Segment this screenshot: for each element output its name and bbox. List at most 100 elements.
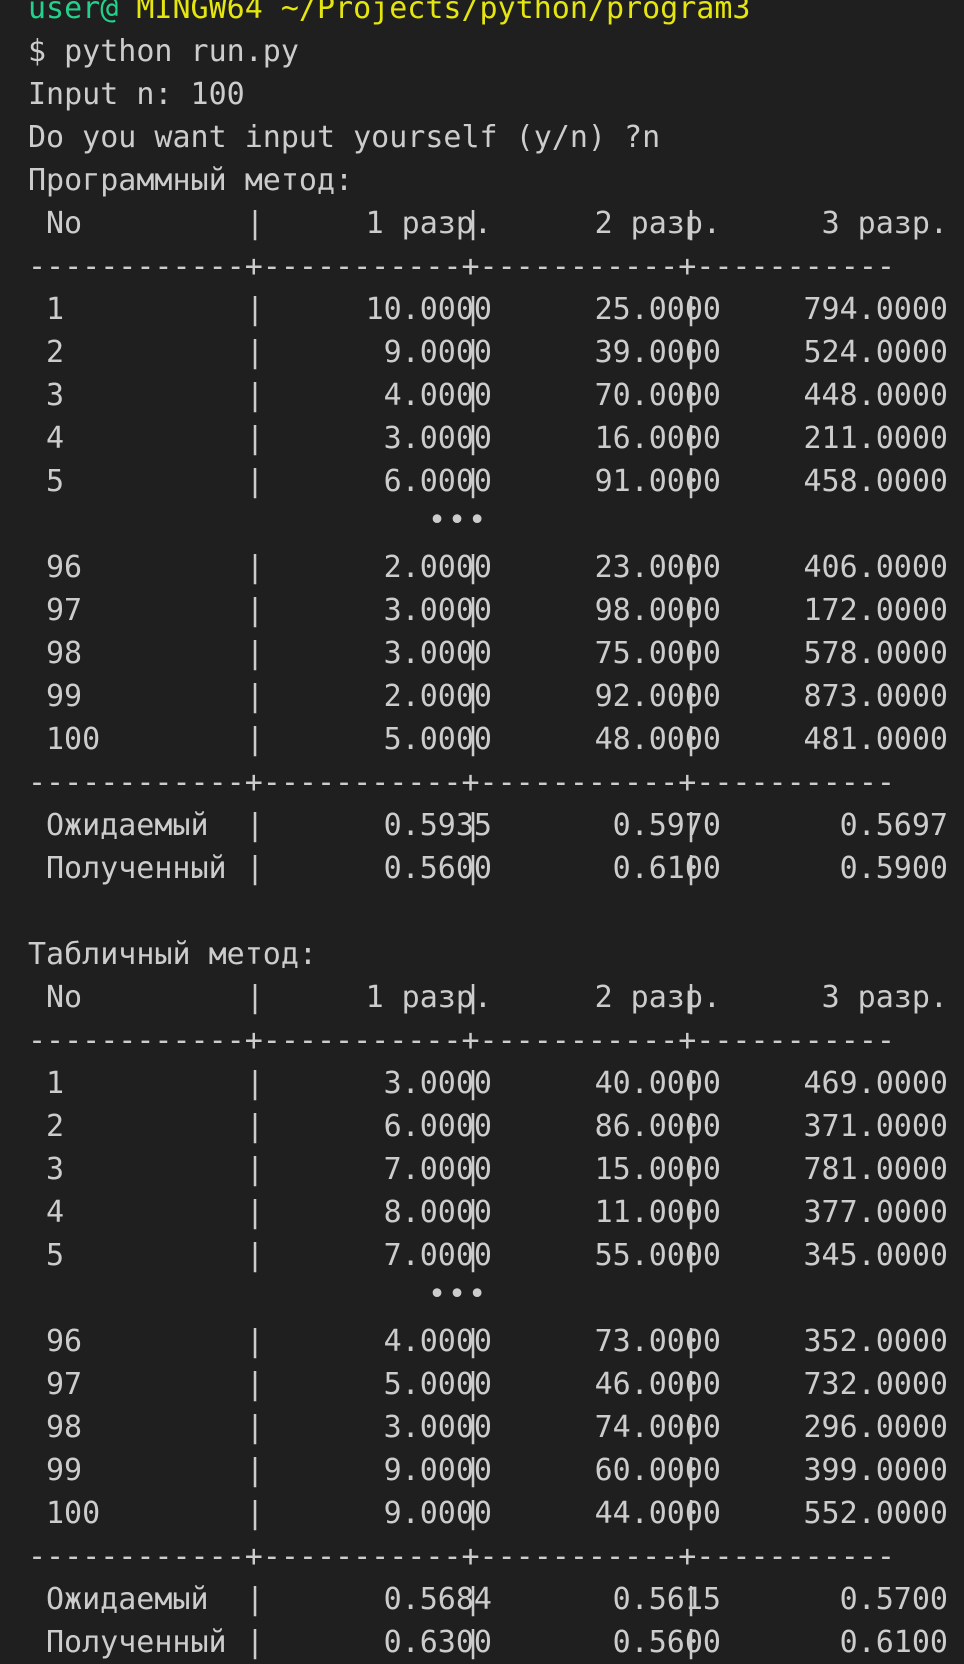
table-cell: 99 (46, 1453, 83, 1488)
table-cell: 96 (46, 1324, 83, 1359)
table-divider: ------------+-----------+-----------+---… (28, 1539, 895, 1574)
table-row: 3 7.0000 15.0000 781.0000 | | | (28, 1148, 948, 1191)
column-separator: | (246, 722, 265, 757)
table-row: 1 3.0000 40.0000 469.0000 | | | (28, 1062, 948, 1105)
table-row: 2 6.0000 86.0000 371.0000 | | | (28, 1105, 948, 1148)
terminal-output: user@ MINGW64 ~/Projects/python/program3… (28, 0, 948, 1664)
prompt-user: user@ (28, 0, 119, 26)
table-cell: 1 (46, 292, 65, 327)
summary-row: Ожидаемый 0.5935 0.5970 0.5697 | | | (28, 804, 948, 847)
column-separator: | (682, 851, 701, 886)
column-separator: | (246, 378, 265, 413)
table-row: 98 3.0000 74.0000 296.0000 | | | (28, 1406, 948, 1449)
column-separator: | (464, 1109, 483, 1144)
table-cell: 552.0000 (803, 1496, 949, 1531)
summary-row: Полученный 0.5600 0.6100 0.5900 | | | (28, 847, 948, 890)
column-separator: | (464, 464, 483, 499)
summary-row: Ожидаемый 0.5684 0.5615 0.5700 | | | (28, 1578, 948, 1621)
column-separator: | (464, 1367, 483, 1402)
table-cell: 0.5900 (839, 851, 948, 886)
column-separator: | (246, 808, 265, 843)
header-cell: 3 разр. (821, 980, 948, 1015)
column-separator: | (464, 593, 483, 628)
column-separator: | (682, 1152, 701, 1187)
column-separator: | (682, 1496, 701, 1531)
table-cell: 345.0000 (803, 1238, 949, 1273)
table-header: No 1 разр. 2 разр. 3 разр. | | | (28, 976, 948, 1019)
table-cell: 469.0000 (803, 1066, 949, 1101)
column-separator: | (246, 292, 265, 327)
column-separator: | (464, 636, 483, 671)
table-cell: 2 (46, 335, 65, 370)
column-separator: | (246, 550, 265, 585)
column-separator: | (464, 378, 483, 413)
table-cell: 96 (46, 550, 83, 585)
column-separator: | (464, 1582, 483, 1617)
column-separator: | (464, 335, 483, 370)
table-program-method: Программный метод: No 1 разр. 2 разр. 3 … (28, 159, 948, 890)
table-cell: 458.0000 (803, 464, 949, 499)
table-cell: 99 (46, 679, 83, 714)
header-cell: No (46, 206, 83, 241)
table-row: 4 8.0000 11.0000 377.0000 | | | (28, 1191, 948, 1234)
column-separator: | (682, 464, 701, 499)
column-separator: | (246, 980, 265, 1015)
column-separator: | (682, 206, 701, 241)
table-cell: 0.5700 (839, 1582, 948, 1617)
column-separator: | (246, 679, 265, 714)
ellipsis: ••• (28, 503, 948, 546)
table-cell: Ожидаемый (46, 1582, 209, 1617)
column-separator: | (464, 1625, 483, 1660)
column-separator: | (464, 808, 483, 843)
column-separator: | (246, 593, 265, 628)
column-separator: | (246, 1582, 265, 1617)
column-separator: | (464, 1410, 483, 1445)
table-divider: ------------+-----------+-----------+---… (28, 765, 895, 800)
column-separator: | (682, 1410, 701, 1445)
column-separator: | (246, 335, 265, 370)
column-separator: | (464, 1195, 483, 1230)
table-cell: 732.0000 (803, 1367, 949, 1402)
column-separator: | (682, 980, 701, 1015)
column-separator: | (464, 550, 483, 585)
column-separator: | (246, 1109, 265, 1144)
table-row: 100 5.0000 48.0000 481.0000 | | | (28, 718, 948, 761)
column-separator: | (246, 421, 265, 456)
table-divider: ------------+-----------+-----------+---… (28, 1023, 895, 1058)
column-separator: | (682, 335, 701, 370)
column-separator: | (682, 636, 701, 671)
column-separator: | (464, 1066, 483, 1101)
table-cell: 100 (46, 1496, 101, 1531)
header-cell: 3 разр. (821, 206, 948, 241)
column-separator: | (246, 1152, 265, 1187)
column-separator: | (246, 1195, 265, 1230)
table-row: 5 7.0000 55.0000 345.0000 | | | (28, 1234, 948, 1277)
table-cell: 296.0000 (803, 1410, 949, 1445)
column-separator: | (246, 1066, 265, 1101)
table-row: 96 2.0000 23.0000 406.0000 | | | (28, 546, 948, 589)
header-cell: No (46, 980, 83, 1015)
column-separator: | (682, 1625, 701, 1660)
column-separator: | (246, 1367, 265, 1402)
column-separator: | (464, 1324, 483, 1359)
column-separator: | (682, 1238, 701, 1273)
column-separator: | (246, 206, 265, 241)
table-cell: 578.0000 (803, 636, 949, 671)
table-cell: 481.0000 (803, 722, 949, 757)
column-separator: | (682, 593, 701, 628)
table-cell: 794.0000 (803, 292, 949, 327)
column-separator: | (682, 1324, 701, 1359)
table-cell: 1 (46, 1066, 65, 1101)
table-divider: ------------+-----------+-----------+---… (28, 249, 895, 284)
prompt-path: MINGW64 ~/Projects/python/program3 (136, 0, 751, 26)
column-separator: | (464, 1152, 483, 1187)
column-separator: | (682, 808, 701, 843)
table-cell: 98 (46, 636, 83, 671)
column-separator: | (682, 378, 701, 413)
table-title: Программный метод: (28, 163, 354, 198)
table-header: No 1 разр. 2 разр. 3 разр. | | | (28, 202, 948, 245)
table-cell: 97 (46, 593, 83, 628)
column-separator: | (682, 550, 701, 585)
table-row: 100 9.0000 44.0000 552.0000 | | | (28, 1492, 948, 1535)
